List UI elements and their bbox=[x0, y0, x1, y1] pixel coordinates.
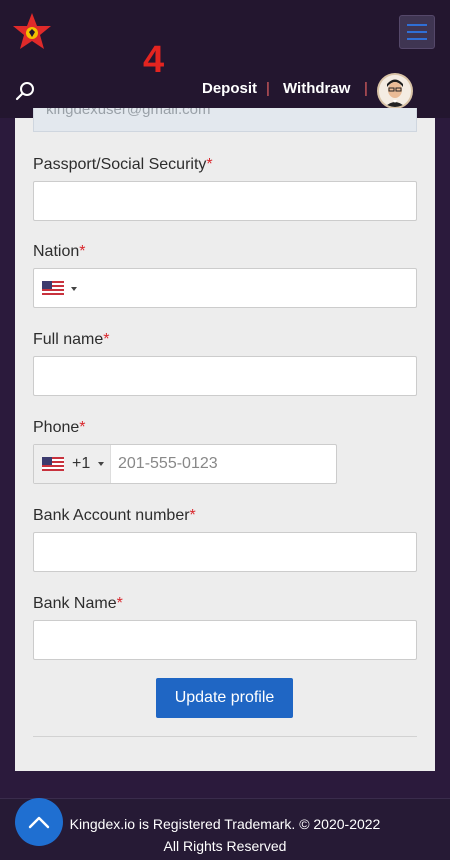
nation-select[interactable] bbox=[33, 268, 417, 308]
required-mark: * bbox=[116, 595, 123, 612]
required-mark: * bbox=[103, 331, 110, 348]
bank-name-input[interactable] bbox=[33, 620, 417, 660]
bank-name-label: Bank Name* bbox=[33, 595, 123, 612]
required-mark: * bbox=[206, 156, 213, 173]
menu-line bbox=[407, 24, 427, 26]
phone-input[interactable]: 201-555-0123 bbox=[118, 455, 218, 473]
bank-account-label: Bank Account number* bbox=[33, 507, 196, 524]
phone-label: Phone* bbox=[33, 419, 86, 436]
required-mark: * bbox=[79, 243, 86, 260]
scroll-to-top-button[interactable] bbox=[15, 798, 63, 846]
country-code-selector[interactable]: +1 bbox=[34, 445, 111, 483]
logo-star-icon[interactable] bbox=[12, 12, 52, 52]
bank-account-input[interactable] bbox=[33, 532, 417, 572]
hamburger-menu-button[interactable] bbox=[399, 15, 435, 49]
step-marker: 4 bbox=[143, 39, 165, 81]
chevron-down-icon bbox=[71, 287, 77, 291]
update-profile-button[interactable]: Update profile bbox=[156, 678, 293, 718]
nav-separator: | bbox=[266, 80, 270, 97]
divider bbox=[33, 736, 417, 737]
chevron-down-icon bbox=[98, 462, 104, 466]
email-value: kingdexuser@gmail.com bbox=[46, 108, 211, 118]
top-navbar: 4 Deposit | Withdraw | bbox=[0, 0, 450, 118]
phone-field: +1 201-555-0123 bbox=[33, 444, 337, 484]
dial-code: +1 bbox=[72, 455, 91, 472]
footer-line-2: All Rights Reserved bbox=[163, 838, 287, 854]
nav-separator: | bbox=[364, 80, 368, 97]
user-avatar[interactable] bbox=[377, 73, 413, 109]
email-field: kingdexuser@gmail.com bbox=[33, 108, 417, 132]
nav-deposit-link[interactable]: Deposit bbox=[202, 80, 257, 98]
search-icon[interactable] bbox=[14, 80, 36, 102]
full-name-input[interactable] bbox=[33, 356, 417, 396]
full-name-label: Full name* bbox=[33, 331, 110, 348]
passport-label: Passport/Social Security* bbox=[33, 156, 213, 173]
nav-withdraw-link[interactable]: Withdraw bbox=[283, 80, 350, 98]
required-mark: * bbox=[189, 507, 196, 524]
chevron-up-icon bbox=[28, 816, 50, 829]
avatar-portrait-icon bbox=[379, 75, 411, 107]
footer-copyright: Kingdex.io is Registered Trademark. © 20… bbox=[60, 813, 390, 857]
nation-label: Nation* bbox=[33, 243, 86, 260]
menu-line bbox=[407, 38, 427, 40]
menu-line bbox=[407, 31, 427, 33]
footer-line-1: Kingdex.io is Registered Trademark. © 20… bbox=[69, 816, 381, 832]
passport-input[interactable] bbox=[33, 181, 417, 221]
us-flag-icon bbox=[42, 281, 64, 295]
us-flag-icon bbox=[42, 457, 64, 471]
required-mark: * bbox=[79, 419, 86, 436]
